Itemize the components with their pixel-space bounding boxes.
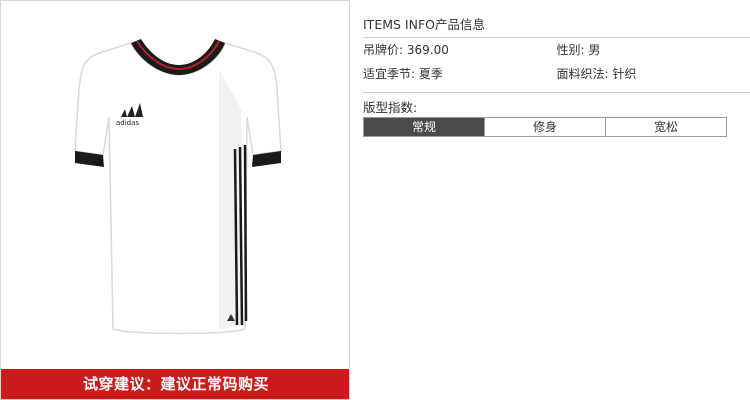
spec-value: 夏季: [418, 67, 443, 81]
fit-index-scale: 常规 修身 宽松: [363, 117, 727, 137]
fit-option-slim[interactable]: 修身: [484, 118, 605, 136]
spec-row: 吊牌价: 369.00 性别: 男: [363, 38, 750, 62]
spec-gender: 性别: 男: [557, 38, 750, 62]
spec-label: 性别:: [556, 43, 585, 57]
spec-fabric: 面料织法: 针织: [557, 62, 750, 86]
product-image-frame: adidas 试穿建议：建议正常码购买: [0, 0, 350, 400]
spec-season: 适宜季节: 夏季: [363, 62, 557, 86]
fit-advice-banner: 试穿建议：建议正常码购买: [1, 369, 349, 399]
fit-option-regular[interactable]: 常规: [364, 118, 484, 136]
fit-option-loose[interactable]: 宽松: [605, 118, 726, 136]
product-image-jersey: adidas: [74, 39, 282, 335]
spec-value: 针织: [612, 67, 637, 81]
spec-label: 吊牌价:: [363, 43, 404, 57]
divider: [363, 92, 750, 93]
svg-text:adidas: adidas: [116, 119, 139, 127]
spec-value: 男: [588, 43, 601, 57]
fit-index-label: 版型指数:: [363, 100, 418, 115]
spec-value: 369.00: [406, 43, 449, 57]
spec-row: 适宜季节: 夏季 面料织法: 针织: [363, 62, 750, 86]
product-info-panel: ITEMS INFO产品信息 吊牌价: 369.00 性别: 男 适宜季节: 夏…: [363, 0, 750, 137]
spec-price: 吊牌价: 369.00: [363, 38, 557, 62]
spec-label: 面料织法:: [556, 67, 609, 81]
spec-label: 适宜季节:: [363, 67, 416, 81]
section-title: ITEMS INFO产品信息: [363, 14, 750, 38]
